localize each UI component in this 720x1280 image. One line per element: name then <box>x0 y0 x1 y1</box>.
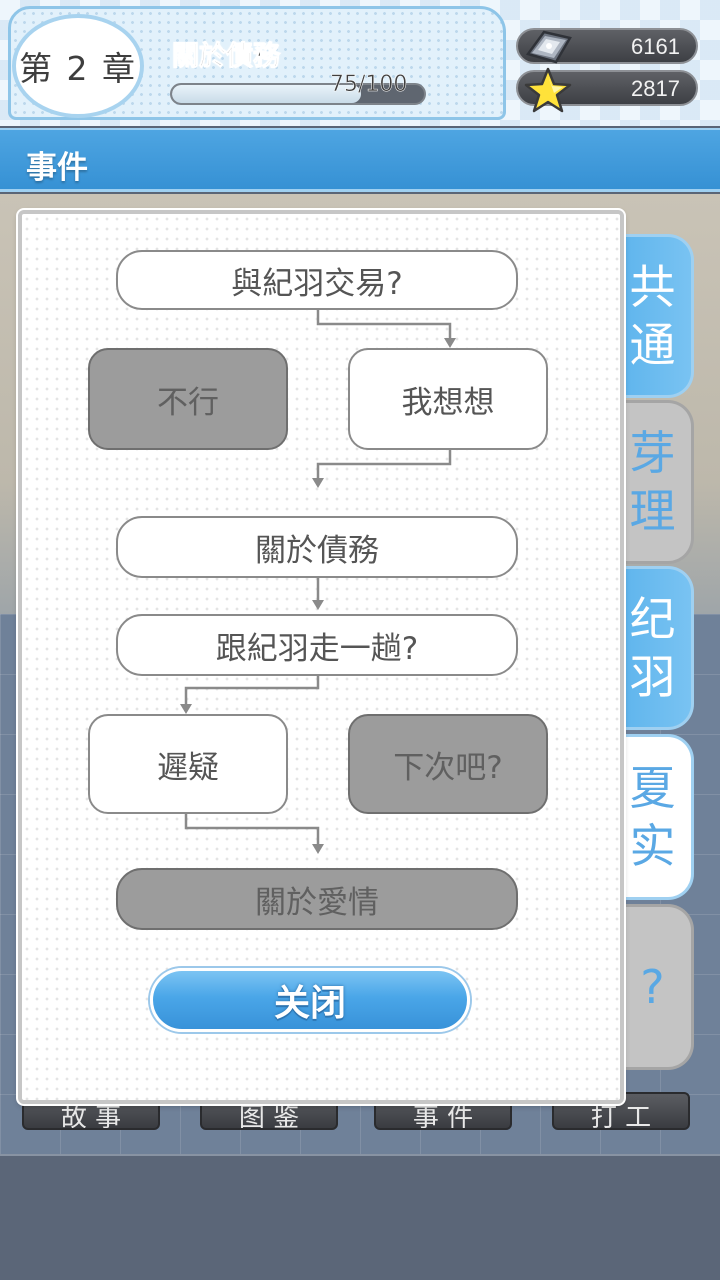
flow-node-debt[interactable]: 關於債務 <box>116 516 518 578</box>
tab-jiyu[interactable]: 纪 羽 <box>614 566 694 730</box>
flow-node-hesitate[interactable]: 遲疑 <box>88 714 288 814</box>
chapter-progress-text: 75/100 <box>330 72 408 98</box>
tab-xiashi-label-2: 实 <box>629 819 676 873</box>
flow-node-trade[interactable]: 與紀羽交易? <box>116 250 518 310</box>
event-header-bar: 事件 <box>0 128 720 192</box>
star-icon <box>524 67 572 113</box>
tab-jiyu-label-2: 羽 <box>629 650 676 704</box>
chapter-title: 關於債務 <box>172 41 281 73</box>
gem-icon <box>525 30 572 64</box>
gem-count: 6161 <box>631 34 680 59</box>
star-counter: 2817 <box>516 67 698 113</box>
event-bar-title: 事件 <box>26 150 88 186</box>
tab-common-label-1: 共 <box>629 260 676 314</box>
tab-hidden[interactable]: ? <box>614 904 694 1070</box>
flow-node-think[interactable]: 我想想 <box>348 348 548 450</box>
flow-node-refuse[interactable]: 不行 <box>88 348 288 450</box>
tab-jiyu-label-1: 纪 <box>629 592 676 646</box>
tab-hidden-label: ? <box>640 960 665 1014</box>
tab-yali-label-1: 芽 <box>629 426 676 480</box>
top-header: 第 2 章 關於債務 75/100 6161 2817 <box>0 0 720 126</box>
tab-yali[interactable]: 芽 理 <box>614 400 694 564</box>
bottom-panel <box>0 1154 720 1280</box>
flow-node-next-time[interactable]: 下次吧? <box>348 714 548 814</box>
chapter-badge: 第 2 章 <box>12 14 144 118</box>
flow-node-walk[interactable]: 跟紀羽走一趟? <box>116 614 518 676</box>
tab-yali-label-2: 理 <box>629 484 676 538</box>
star-count: 2817 <box>631 76 680 101</box>
tab-xiashi[interactable]: 夏 实 <box>614 734 694 900</box>
tab-xiashi-label-1: 夏 <box>629 761 676 815</box>
close-button[interactable]: 关闭 <box>150 968 470 1032</box>
gem-counter: 6161 <box>516 28 698 64</box>
tab-common-label-2: 通 <box>629 318 676 372</box>
flow-node-love[interactable]: 關於愛情 <box>116 868 518 930</box>
tab-common[interactable]: 共 通 <box>614 234 694 398</box>
